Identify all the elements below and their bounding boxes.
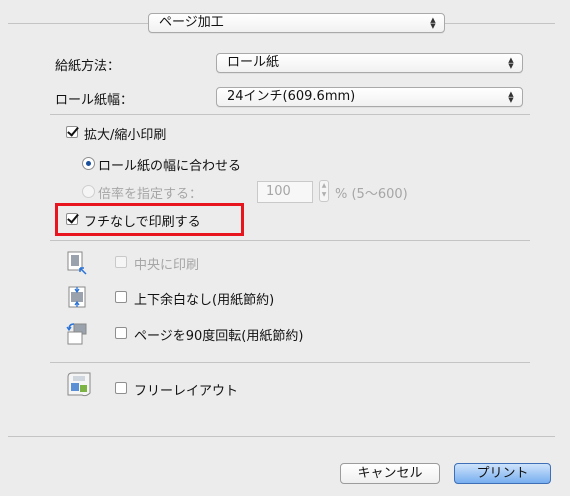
stepper-up-icon: ▲ [321, 182, 327, 189]
roll-width-popup[interactable]: 24インチ(609.6mm) ▲ ▼ [216, 87, 523, 107]
paper-feed-popup[interactable]: ロール紙 ▲ ▼ [216, 53, 523, 73]
scaling-input[interactable]: 100 [257, 181, 313, 203]
popup-arrows-icon: ▲ ▼ [508, 56, 514, 70]
section-popup-value: ページ加工 [159, 15, 224, 30]
scaling-value: 100 [266, 184, 291, 199]
section-popup[interactable]: ページ加工 ▲ ▼ [148, 13, 445, 33]
cancel-button[interactable]: キャンセル [340, 463, 440, 484]
paper-feed-label: 給紙方法： [55, 59, 121, 74]
free-layout-label: フリーレイアウト [134, 384, 239, 399]
scaling-stepper[interactable]: ▲ ▼ [319, 180, 329, 202]
no-margin-label: 上下余白なし(用紙節約) [134, 293, 275, 308]
popup-arrows-icon: ▲ ▼ [508, 90, 514, 104]
print-button[interactable]: プリント [454, 463, 551, 484]
borderless-checkbox[interactable] [66, 213, 78, 225]
rotate-90-label: ページを90度回転(用紙節約) [134, 329, 304, 344]
scaling-unit: % (5〜600) [335, 187, 408, 202]
separator-3 [50, 362, 530, 363]
center-print-icon [66, 251, 88, 275]
no-margin-checkbox[interactable] [115, 291, 127, 303]
rotate-page-icon [66, 321, 88, 345]
rotate-90-checkbox[interactable] [115, 327, 127, 339]
separator-2 [50, 240, 530, 241]
scaling-label: 倍率を指定する： [98, 187, 203, 202]
fit-roll-width-radio[interactable] [82, 157, 95, 170]
borderless-label: フチなしで印刷する [84, 215, 201, 230]
enlarge-reduce-checkbox[interactable] [66, 126, 78, 138]
fit-roll-width-label: ロール紙の幅に合わせる [98, 159, 242, 174]
scaling-radio[interactable] [82, 185, 95, 198]
top-separator-left [8, 23, 148, 24]
free-layout-checkbox[interactable] [115, 382, 127, 394]
center-print-checkbox[interactable] [115, 256, 127, 268]
free-layout-icon [64, 371, 94, 399]
top-separator-right [445, 23, 555, 24]
margin-saving-icon [66, 285, 88, 309]
paper-feed-value: ロール紙 [227, 55, 280, 70]
stepper-down-icon: ▼ [321, 191, 327, 198]
enlarge-reduce-label: 拡大/縮小印刷 [84, 128, 167, 143]
popup-arrows-icon: ▲ ▼ [430, 16, 436, 30]
center-print-label: 中央に印刷 [134, 258, 200, 273]
separator-4 [8, 436, 555, 437]
separator-1 [50, 114, 530, 115]
roll-width-value: 24インチ(609.6mm) [227, 89, 356, 104]
roll-width-label: ロール紙幅： [55, 93, 134, 108]
